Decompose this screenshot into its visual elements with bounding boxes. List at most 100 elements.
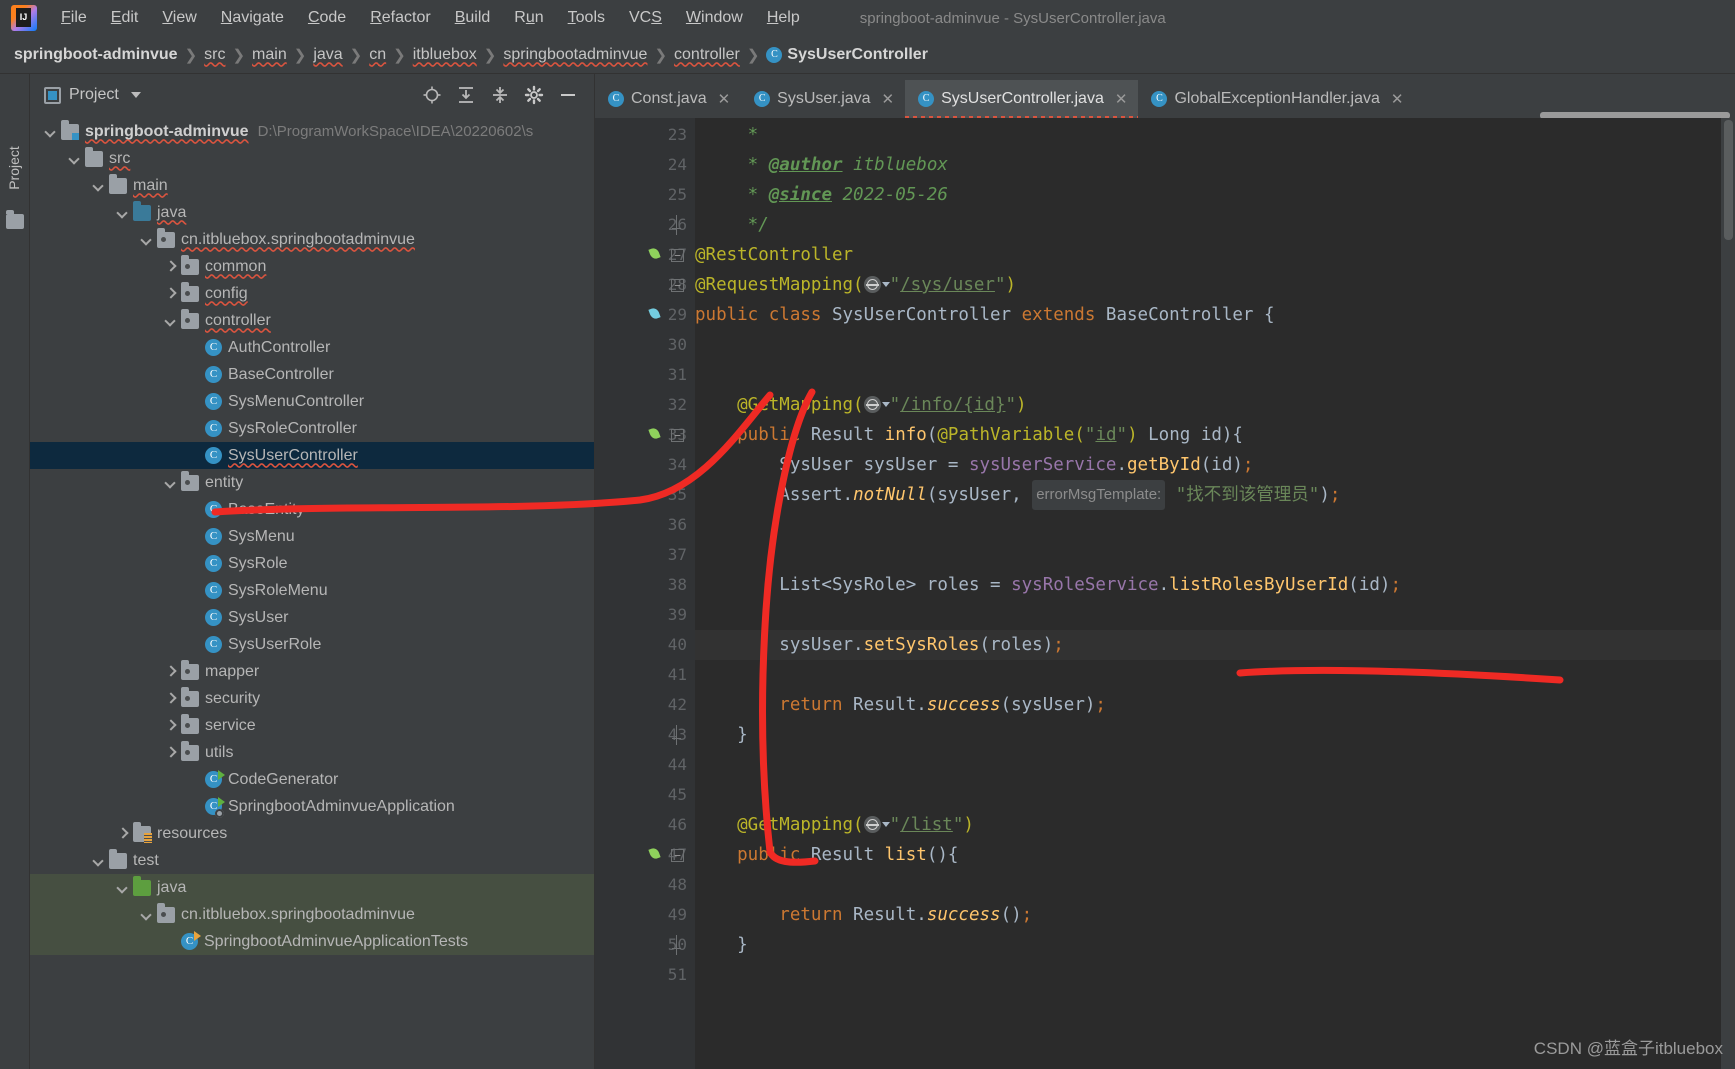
code-line[interactable]: 47− public Result list(){	[668, 840, 1735, 870]
menu-view[interactable]: View	[150, 5, 208, 31]
code-line[interactable]: 33− public Result info(@PathVariable("id…	[668, 420, 1735, 450]
tree-item[interactable]: C BaseEntity	[30, 496, 594, 523]
breadcrumb-item-src[interactable]: src	[204, 46, 225, 64]
collapse-all-icon[interactable]	[490, 85, 510, 105]
chevron-right-icon[interactable]	[164, 692, 178, 706]
chevron-right-icon[interactable]	[164, 719, 178, 733]
menu-refactor[interactable]: Refactor	[358, 5, 442, 31]
code-line[interactable]: 31	[668, 360, 1735, 390]
locate-icon[interactable]	[422, 85, 442, 105]
tree-item[interactable]: controller	[30, 307, 594, 334]
chevron-right-icon[interactable]	[116, 827, 130, 841]
chevron-right-icon[interactable]	[164, 260, 178, 274]
menu-code[interactable]: Code	[296, 5, 358, 31]
tree-item[interactable]: cn.itbluebox.springbootadminvue	[30, 226, 594, 253]
breadcrumb-item-class[interactable]: C SysUserController	[766, 46, 928, 64]
menu-build[interactable]: Build	[443, 5, 503, 31]
code-line[interactable]: 48	[668, 870, 1735, 900]
tree-item[interactable]: C SysRoleMenu	[30, 577, 594, 604]
close-icon[interactable]: ✕	[1115, 90, 1128, 108]
menu-tools[interactable]: Tools	[556, 5, 617, 31]
chevron-down-icon[interactable]	[68, 152, 82, 166]
chevron-down-icon[interactable]	[140, 908, 154, 922]
fold-end-marker[interactable]	[671, 935, 684, 955]
fold-collapse-icon[interactable]: −	[671, 849, 684, 862]
tree-item[interactable]: C SpringbootAdminvueApplicationTests	[30, 928, 594, 955]
tree-item[interactable]: C SysUserRole	[30, 631, 594, 658]
tree-item[interactable]: cn.itbluebox.springbootadminvue	[30, 901, 594, 928]
menu-vcs[interactable]: VCS	[617, 5, 674, 31]
breadcrumb-item-springboot-adminvue[interactable]: springboot-adminvue	[14, 46, 178, 64]
editor-tab[interactable]: C GlobalExceptionHandler.java ✕	[1138, 80, 1414, 118]
editor-scrollbar-thumb[interactable]	[1724, 120, 1733, 240]
menu-file[interactable]: File	[49, 5, 99, 31]
chevron-down-icon[interactable]	[130, 92, 141, 98]
breadcrumb-item-main[interactable]: main	[252, 46, 287, 64]
structure-icon[interactable]	[6, 210, 24, 229]
fold-end-marker[interactable]	[671, 215, 684, 235]
breadcrumb-item-controller[interactable]: controller	[674, 46, 740, 64]
breadcrumb-item-java[interactable]: java	[313, 46, 342, 64]
project-panel-title[interactable]: Project	[44, 86, 141, 104]
code-line[interactable]: 43 }	[668, 720, 1735, 750]
spring-bean-gutter-icon[interactable]	[647, 306, 665, 324]
chevron-down-icon[interactable]	[164, 314, 178, 328]
fold-collapse-icon[interactable]: −	[671, 279, 684, 292]
fold-collapse-icon[interactable]: −	[671, 249, 684, 262]
tree-item[interactable]: main	[30, 172, 594, 199]
chevron-down-icon[interactable]	[44, 125, 58, 139]
chevron-down-icon[interactable]	[881, 282, 890, 287]
tree-item[interactable]: common	[30, 253, 594, 280]
chevron-down-icon[interactable]	[116, 881, 130, 895]
tree-item[interactable]: entity	[30, 469, 594, 496]
chevron-right-icon[interactable]	[164, 287, 178, 301]
menu-window[interactable]: Window	[674, 5, 755, 31]
tree-item[interactable]: src	[30, 145, 594, 172]
tree-item[interactable]: C SysRole	[30, 550, 594, 577]
editor-tab[interactable]: C SysUserController.java ✕	[905, 80, 1139, 118]
code-line[interactable]: 37	[668, 540, 1735, 570]
chevron-down-icon[interactable]	[164, 476, 178, 490]
tree-item[interactable]: service	[30, 712, 594, 739]
code-line[interactable]: 42 return Result.success(sysUser);	[668, 690, 1735, 720]
gear-icon[interactable]	[524, 85, 544, 105]
code-line[interactable]: 40 sysUser.setSysRoles(roles);	[668, 630, 1735, 660]
tree-item[interactable]: test	[30, 847, 594, 874]
tree-item[interactable]: mapper	[30, 658, 594, 685]
editor-tab[interactable]: C SysUser.java ✕	[741, 80, 905, 118]
menu-run[interactable]: Run	[502, 5, 555, 31]
tree-item[interactable]: springboot-adminvue D:\ProgramWorkSpace\I…	[30, 118, 594, 145]
code-area[interactable]: 23 * 24 * @author itbluebox 25 * @since 20…	[668, 120, 1735, 1069]
close-icon[interactable]: ✕	[1391, 90, 1404, 108]
close-icon[interactable]: ✕	[882, 90, 895, 108]
breadcrumb-item-springbootadminvue[interactable]: springbootadminvue	[503, 46, 647, 64]
tree-item[interactable]: utils	[30, 739, 594, 766]
menu-navigate[interactable]: Navigate	[209, 5, 296, 31]
menu-help[interactable]: Help	[755, 5, 812, 31]
code-editor[interactable]: 23 * 24 * @author itbluebox 25 * @since 20…	[595, 118, 1735, 1069]
code-line[interactable]: 36	[668, 510, 1735, 540]
fold-end-marker[interactable]	[671, 725, 684, 745]
menu-edit[interactable]: Edit	[99, 5, 151, 31]
tree-item[interactable]: resources	[30, 820, 594, 847]
tree-item[interactable]: C AuthController	[30, 334, 594, 361]
code-line[interactable]: 46 @GetMapping("/list")	[668, 810, 1735, 840]
web-reference-icon[interactable]	[863, 396, 881, 413]
code-line[interactable]: 49 return Result.success();	[668, 900, 1735, 930]
code-line[interactable]: 51	[668, 960, 1735, 990]
tool-window-tab-project[interactable]: Project	[6, 126, 22, 210]
breadcrumb-item-itbluebox[interactable]: itbluebox	[413, 46, 477, 64]
tree-item[interactable]: C SysMenuController	[30, 388, 594, 415]
chevron-down-icon[interactable]	[92, 854, 106, 868]
web-reference-icon[interactable]	[863, 276, 881, 293]
tree-item[interactable]: C BaseController	[30, 361, 594, 388]
code-line[interactable]: 27− @RestController	[668, 240, 1735, 270]
tree-item[interactable]: C SpringbootAdminvueApplication	[30, 793, 594, 820]
tree-item[interactable]: C CodeGenerator	[30, 766, 594, 793]
code-line[interactable]: 28− @RequestMapping("/sys/user")	[668, 270, 1735, 300]
close-icon[interactable]: ✕	[718, 90, 731, 108]
code-line[interactable]: 44	[668, 750, 1735, 780]
code-line[interactable]: 50 }	[668, 930, 1735, 960]
chevron-down-icon[interactable]	[116, 206, 130, 220]
chevron-down-icon[interactable]	[881, 822, 890, 827]
